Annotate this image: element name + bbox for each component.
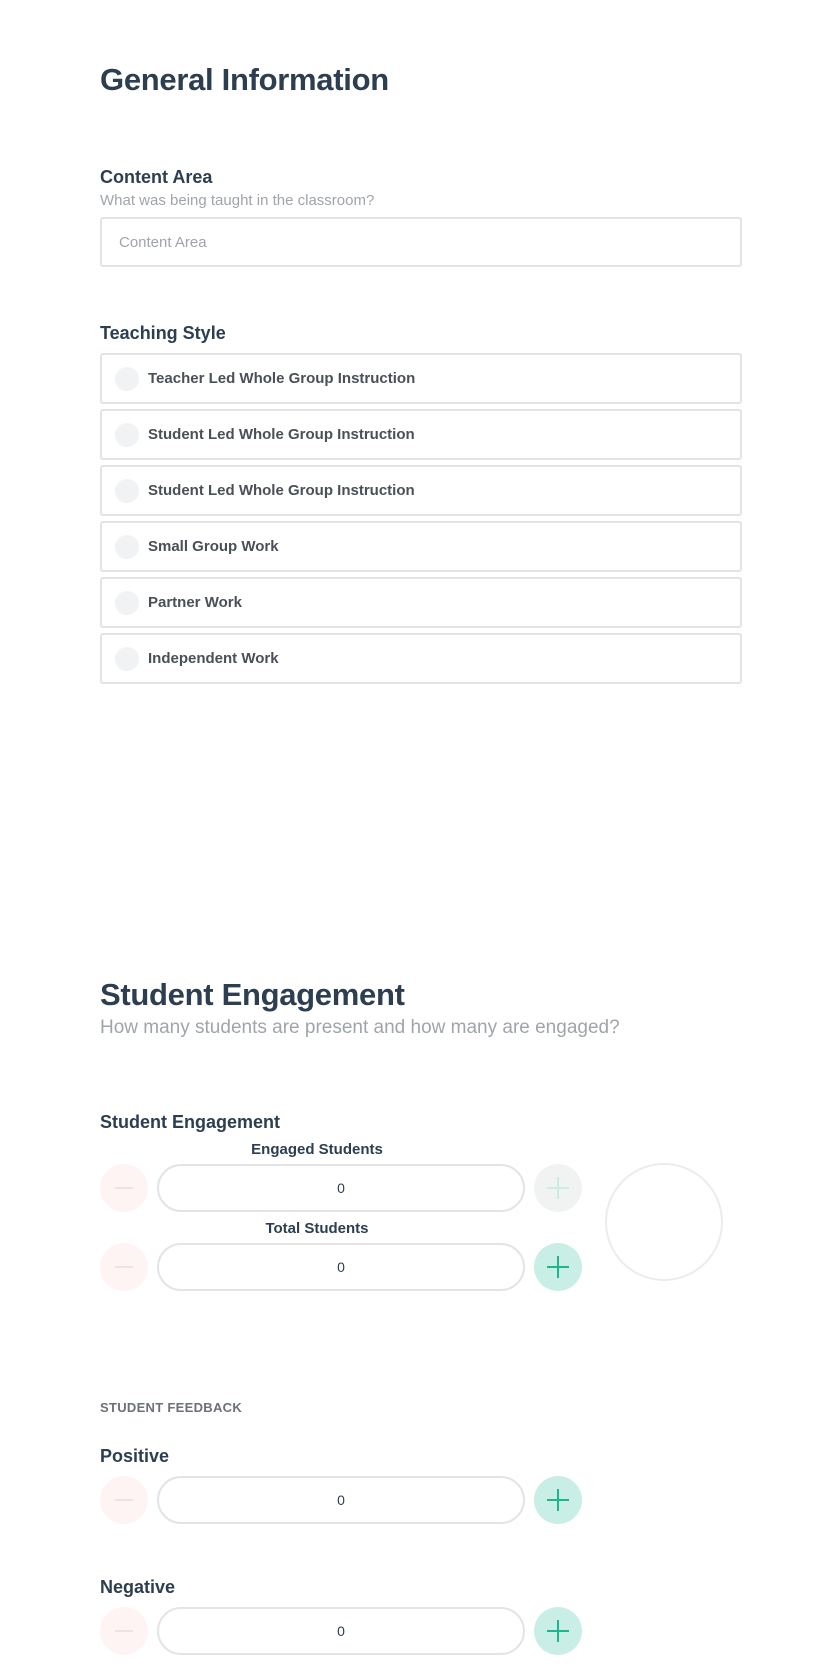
positive-feedback-field: Positive: [100, 1446, 742, 1524]
negative-feedback-field: Negative: [100, 1577, 742, 1655]
student-engagement-label: Student Engagement: [100, 1112, 281, 1132]
content-area-input[interactable]: [100, 217, 742, 267]
engaged-decrement-button[interactable]: [100, 1164, 148, 1212]
general-information-section: General Information: [100, 62, 742, 98]
teaching-style-option[interactable]: Small Group Work: [100, 521, 742, 572]
total-students-input[interactable]: [157, 1243, 525, 1291]
positive-increment-button[interactable]: [534, 1476, 582, 1524]
plus-icon: [547, 1256, 569, 1278]
student-feedback-overline: STUDENT FEEDBACK: [100, 1400, 243, 1415]
engagement-counters: Engaged Students Total Students: [100, 1141, 742, 1291]
teaching-style-option[interactable]: Independent Work: [100, 633, 742, 684]
positive-input[interactable]: [157, 1476, 525, 1524]
engagement-subtitle: How many students are present and how ma…: [100, 1017, 620, 1038]
total-increment-button[interactable]: [534, 1243, 582, 1291]
engaged-students-label: Engaged Students: [251, 1141, 383, 1158]
plus-icon: [547, 1177, 569, 1199]
content-area-label: Content Area: [100, 167, 213, 187]
total-students-label: Total Students: [265, 1220, 369, 1237]
teaching-style-label: Teaching Style: [100, 323, 226, 343]
option-label: Partner Work: [148, 594, 242, 611]
radio-circle-icon[interactable]: [115, 534, 139, 559]
plus-icon: [547, 1489, 569, 1511]
minus-icon: [115, 1499, 133, 1501]
engaged-students-input[interactable]: [157, 1164, 525, 1212]
plus-icon: [547, 1620, 569, 1642]
option-label: Teacher Led Whole Group Instruction: [148, 370, 416, 387]
negative-input[interactable]: [157, 1607, 525, 1655]
minus-icon: [115, 1630, 133, 1632]
student-engagement-field: Student Engagement: [100, 1112, 742, 1133]
engaged-increment-button[interactable]: [534, 1164, 582, 1212]
radio-circle-icon[interactable]: [115, 478, 139, 503]
negative-decrement-button[interactable]: [100, 1607, 148, 1655]
positive-label: Positive: [100, 1446, 170, 1466]
engagement-title: Student Engagement: [100, 977, 405, 1012]
positive-decrement-button[interactable]: [100, 1476, 148, 1524]
student-engagement-section: Student Engagement How many students are…: [100, 977, 742, 1039]
negative-label: Negative: [100, 1577, 176, 1597]
minus-icon: [115, 1266, 133, 1268]
teaching-style-option[interactable]: Teacher Led Whole Group Instruction: [100, 353, 742, 404]
radio-circle-icon[interactable]: [115, 590, 139, 615]
minus-icon: [115, 1187, 133, 1189]
total-decrement-button[interactable]: [100, 1243, 148, 1291]
radio-circle-icon[interactable]: [115, 422, 139, 447]
negative-stepper: [100, 1607, 742, 1655]
page-title: General Information: [100, 62, 389, 97]
positive-stepper: [100, 1476, 742, 1524]
teaching-style-options: Teacher Led Whole Group Instruction Stud…: [100, 353, 742, 684]
option-label: Student Led Whole Group Instruction: [148, 482, 415, 499]
teaching-style-option[interactable]: Student Led Whole Group Instruction: [100, 465, 742, 516]
negative-increment-button[interactable]: [534, 1607, 582, 1655]
teaching-style-option[interactable]: Student Led Whole Group Instruction: [100, 409, 742, 460]
radio-circle-icon[interactable]: [115, 366, 139, 391]
content-area-field: Content Area What was being taught in th…: [100, 167, 742, 267]
radio-circle-icon[interactable]: [115, 646, 139, 671]
option-label: Independent Work: [148, 650, 279, 667]
engagement-ratio-circle: [605, 1163, 723, 1281]
content-area-help: What was being taught in the classroom?: [100, 192, 375, 209]
teaching-style-field: Teaching Style Teacher Led Whole Group I…: [100, 323, 742, 689]
student-feedback-section: STUDENT FEEDBACK: [100, 1400, 742, 1415]
option-label: Small Group Work: [148, 538, 279, 555]
option-label: Student Led Whole Group Instruction: [148, 426, 415, 443]
teaching-style-option[interactable]: Partner Work: [100, 577, 742, 628]
